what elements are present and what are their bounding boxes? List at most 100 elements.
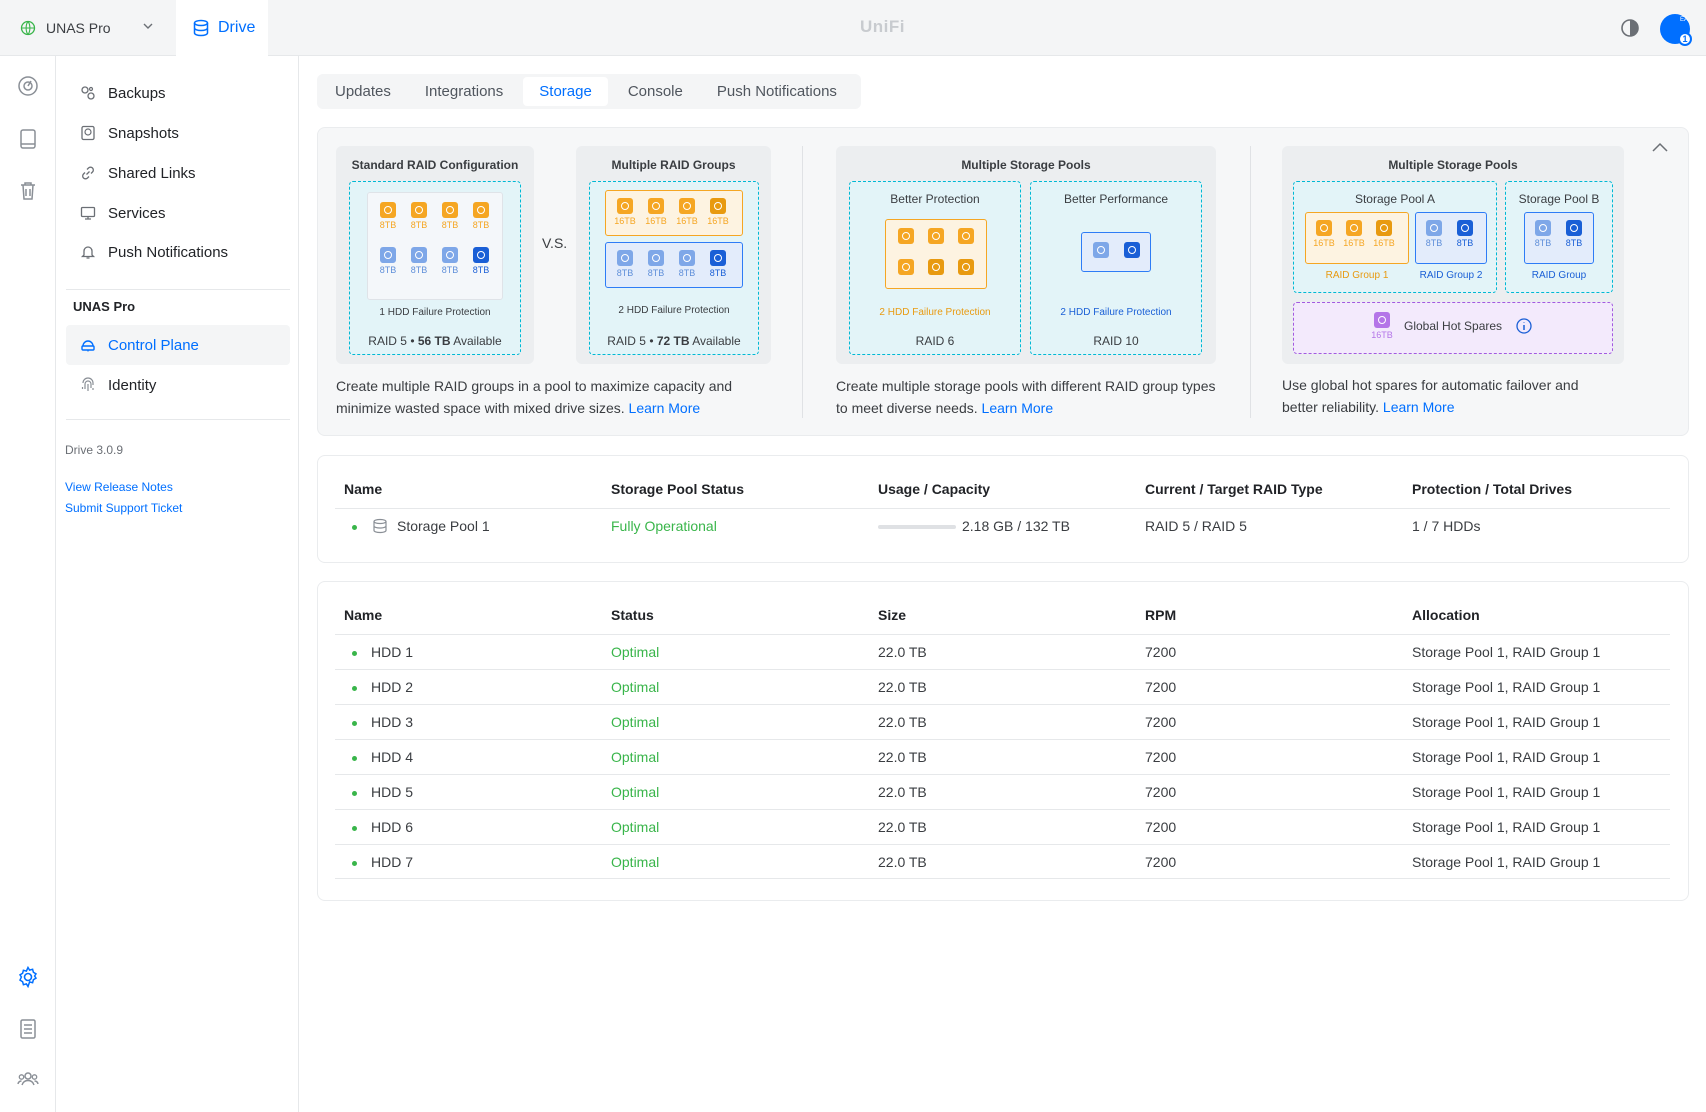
better-performance-pool: Better Performance 2 HDD Failure Protect… bbox=[1030, 181, 1202, 355]
settings-icon[interactable] bbox=[17, 966, 39, 988]
device-selector[interactable]: UNAS Pro bbox=[0, 0, 176, 56]
learn-more-link[interactable]: Learn More bbox=[629, 400, 701, 416]
trash-icon[interactable] bbox=[17, 180, 39, 202]
hdd-parity-icon: 8TB bbox=[1564, 220, 1584, 248]
pool-raid-type: RAID 5 / RAID 5 bbox=[1145, 518, 1247, 534]
table-row[interactable]: HDD 5 Optimal 22.0 TB 7200 Storage Pool … bbox=[335, 774, 1670, 809]
status-dot bbox=[352, 756, 357, 761]
pool-title: Storage Pool A bbox=[1354, 192, 1436, 206]
column-header[interactable]: Usage / Capacity bbox=[878, 481, 990, 497]
tab-integrations[interactable]: Integrations bbox=[411, 77, 517, 106]
column-header[interactable]: Name bbox=[344, 607, 382, 623]
drive-name: HDD 3 bbox=[371, 714, 414, 730]
speedometer-icon[interactable] bbox=[17, 75, 39, 97]
tab-storage[interactable]: Storage bbox=[523, 77, 608, 106]
storage-pool-a: Storage Pool A 16TB 16TB 16TB 8TB 8TB RA… bbox=[1293, 181, 1497, 293]
drive-app-tab[interactable]: Drive bbox=[176, 0, 268, 56]
tab-push-notifications[interactable]: Push Notifications bbox=[703, 77, 851, 106]
theme-toggle-icon[interactable] bbox=[1620, 18, 1640, 38]
hdd-icon: 8TB bbox=[646, 250, 666, 278]
column-header[interactable]: Size bbox=[878, 607, 906, 623]
pool-title: Better Protection bbox=[890, 192, 980, 206]
drive-status: Optimal bbox=[611, 854, 660, 870]
column-header[interactable]: Name bbox=[344, 481, 382, 497]
info-icon[interactable] bbox=[1516, 318, 1532, 334]
sidebar-item-label: Backups bbox=[108, 84, 166, 102]
column-header[interactable]: Current / Target RAID Type bbox=[1145, 481, 1323, 497]
support-ticket-link[interactable]: Submit Support Ticket bbox=[65, 501, 182, 515]
learn-more-link[interactable]: Learn More bbox=[1383, 399, 1455, 415]
column-header[interactable]: Allocation bbox=[1412, 607, 1480, 623]
user-avatar[interactable]: EA 1 bbox=[1660, 14, 1692, 46]
release-notes-link[interactable]: View Release Notes bbox=[65, 480, 173, 494]
sidebar-item-label: Identity bbox=[108, 376, 157, 394]
drive-size: 22.0 TB bbox=[878, 784, 927, 800]
drive-rpm: 7200 bbox=[1145, 819, 1177, 835]
card-title: Multiple Storage Pools bbox=[1388, 158, 1518, 172]
table-row[interactable]: Storage Pool 1 Fully Operational 2.18 GB… bbox=[335, 508, 1670, 543]
hdd-parity-icon: 8TB bbox=[471, 247, 491, 275]
hdd-icon: 8TB bbox=[471, 202, 491, 230]
multiple-raid-groups-card: Multiple RAID Groups 16TB 16TB 16TB 16TB… bbox=[576, 146, 771, 364]
column-header[interactable]: Storage Pool Status bbox=[611, 481, 744, 497]
table-row[interactable]: HDD 3 Optimal 22.0 TB 7200 Storage Pool … bbox=[335, 704, 1670, 739]
status-dot bbox=[352, 791, 357, 796]
raid-summary: RAID 5 • 72 TB Available bbox=[607, 334, 741, 348]
table-row[interactable]: HDD 6 Optimal 22.0 TB 7200 Storage Pool … bbox=[335, 809, 1670, 844]
column-header[interactable]: RPM bbox=[1145, 607, 1176, 623]
sidebar-item-identity[interactable]: Identity bbox=[66, 365, 290, 405]
raid-group-label: RAID Group 2 bbox=[1419, 270, 1483, 281]
database-icon bbox=[373, 518, 387, 534]
users-icon[interactable] bbox=[17, 1068, 39, 1090]
drive-status: Optimal bbox=[611, 679, 660, 695]
hot-spares-label: Global Hot Spares bbox=[1404, 319, 1503, 333]
hdd-icon: 8TB bbox=[440, 247, 460, 275]
sidebar-item-control-plane[interactable]: Control Plane bbox=[66, 325, 290, 365]
sidebar-item-backups[interactable]: Backups bbox=[66, 73, 290, 113]
table-row[interactable]: HDD 7 Optimal 22.0 TB 7200 Storage Pool … bbox=[335, 844, 1670, 879]
learn-more-link[interactable]: Learn More bbox=[982, 400, 1054, 416]
column-header[interactable]: Status bbox=[611, 607, 654, 623]
settings-tabs: Updates Integrations Storage Console Pus… bbox=[317, 74, 861, 109]
storage-pool-table: Name Storage Pool Status Usage / Capacit… bbox=[317, 455, 1689, 563]
sidebar-item-snapshots[interactable]: Snapshots bbox=[66, 113, 290, 153]
status-dot bbox=[352, 651, 357, 656]
tab-updates[interactable]: Updates bbox=[321, 77, 405, 106]
drive-rpm: 7200 bbox=[1145, 714, 1177, 730]
sidebar-divider bbox=[66, 419, 290, 420]
tab-console[interactable]: Console bbox=[614, 77, 697, 106]
pool-title: Better Performance bbox=[1063, 192, 1169, 206]
raid-group-label: RAID Group bbox=[1531, 270, 1587, 281]
logs-icon[interactable] bbox=[17, 1018, 39, 1040]
raid-summary: RAID 5 • 56 TB Available bbox=[368, 334, 502, 348]
hdd-icon: 8TB bbox=[677, 250, 697, 278]
table-row[interactable]: HDD 4 Optimal 22.0 TB 7200 Storage Pool … bbox=[335, 739, 1670, 774]
sidebar-item-shared-links[interactable]: Shared Links bbox=[66, 153, 290, 193]
drive-rpm: 7200 bbox=[1145, 644, 1177, 660]
table-row[interactable]: HDD 2 Optimal 22.0 TB 7200 Storage Pool … bbox=[335, 669, 1670, 704]
drive-icon[interactable] bbox=[17, 128, 39, 150]
sidebar-item-push-notifications[interactable]: Push Notifications bbox=[66, 232, 290, 272]
multiple-storage-pools-card: Multiple Storage Pools Better Protection… bbox=[836, 146, 1216, 364]
drive-rpm: 7200 bbox=[1145, 854, 1177, 870]
drive-size: 22.0 TB bbox=[878, 854, 927, 870]
drive-size: 22.0 TB bbox=[878, 819, 927, 835]
chevron-up-icon[interactable] bbox=[1651, 142, 1669, 154]
drive-status: Optimal bbox=[611, 749, 660, 765]
hdd-parity-icon bbox=[1122, 242, 1142, 258]
raid-type: RAID 10 bbox=[1093, 334, 1139, 348]
table-row[interactable]: HDD 1 Optimal 22.0 TB 7200 Storage Pool … bbox=[335, 634, 1670, 669]
protection-caption: 1 HDD Failure Protection bbox=[379, 307, 491, 318]
sidebar-item-label: Control Plane bbox=[108, 336, 199, 354]
column-header[interactable]: Protection / Total Drives bbox=[1412, 481, 1572, 497]
globe-icon bbox=[20, 20, 36, 36]
sidebar-item-services[interactable]: Services bbox=[66, 193, 290, 233]
drive-allocation: Storage Pool 1, RAID Group 1 bbox=[1412, 784, 1601, 800]
hdd-spare-icon: 16TB bbox=[1371, 312, 1393, 340]
hdd-icon: 16TB bbox=[1313, 220, 1335, 248]
pool-protection: 1 / 7 HDDs bbox=[1412, 518, 1481, 534]
drive-rpm: 7200 bbox=[1145, 784, 1177, 800]
protection-caption: 2 HDD Failure Protection bbox=[1060, 307, 1172, 318]
hdd-icon: 16TB bbox=[1343, 220, 1365, 248]
section-divider bbox=[1250, 146, 1251, 418]
